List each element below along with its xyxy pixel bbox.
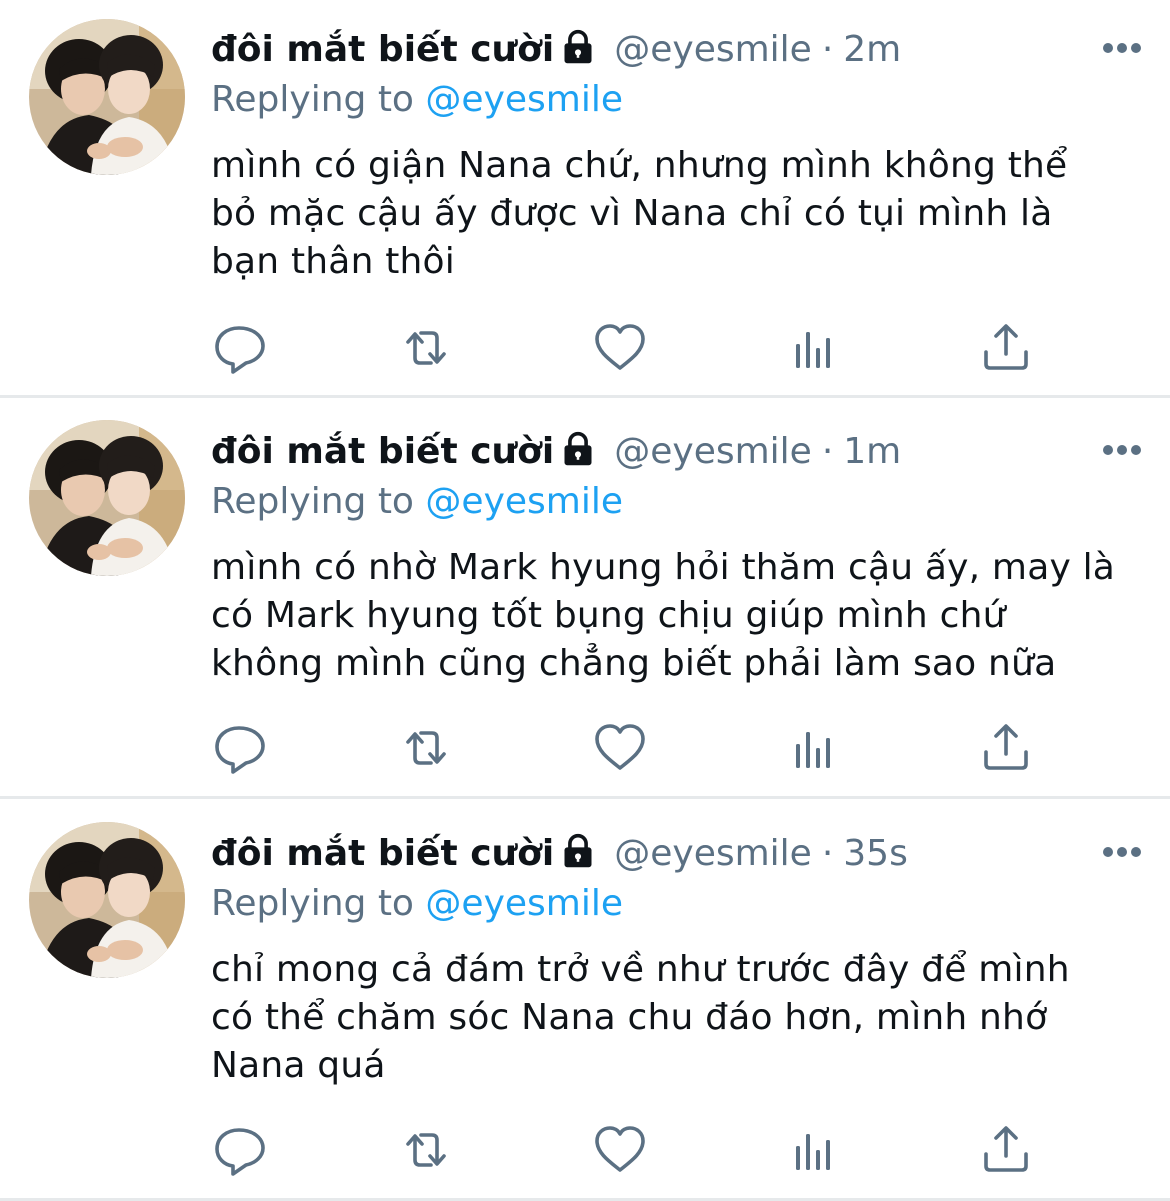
tweet-text-line: có Mark hyung tốt bụng chịu giúp mình ch… bbox=[211, 595, 1006, 636]
analytics-icon[interactable] bbox=[786, 720, 842, 776]
replying-to: Replying to @eyesmile bbox=[211, 880, 623, 928]
share-icon[interactable] bbox=[978, 320, 1034, 376]
replying-to-mention[interactable]: @eyesmile bbox=[425, 481, 623, 522]
tweet[interactable]: đôi mắt biết cười @eyesmile · 2m Replying t… bbox=[0, 0, 1170, 396]
separator-dot: · bbox=[821, 833, 834, 874]
lock-icon bbox=[560, 431, 596, 480]
tweet-text-line: mình có giận Nana chứ, nhưng mình không … bbox=[211, 145, 1068, 186]
replying-to-prefix: Replying to bbox=[211, 79, 414, 120]
lock-icon bbox=[560, 833, 596, 882]
tweet-text: chỉ mong cả đám trở về như trước đây để … bbox=[211, 946, 1131, 1090]
avatar[interactable] bbox=[29, 420, 185, 576]
tweet-text-line: Nana quá bbox=[211, 1045, 386, 1086]
tweet-text-line: chỉ mong cả đám trở về như trước đây để … bbox=[211, 949, 1070, 990]
tweet-text-line: không mình cũng chẳng biết phải làm sao … bbox=[211, 643, 1057, 684]
timestamp[interactable]: 1m bbox=[843, 431, 901, 472]
timestamp[interactable]: 35s bbox=[843, 833, 908, 874]
display-name[interactable]: đôi mắt biết cười bbox=[211, 833, 554, 874]
tweet-header: đôi mắt biết cười @eyesmile · 2m bbox=[211, 26, 901, 74]
tweet[interactable]: đôi mắt biết cười @eyesmile · 35s Replying … bbox=[0, 800, 1170, 1201]
heart-icon[interactable] bbox=[592, 320, 648, 376]
tweet-actions bbox=[212, 1122, 1042, 1178]
reply-icon[interactable] bbox=[212, 320, 268, 376]
tweet-text-line: mình có nhờ Mark hyung hỏi thăm cậu ấy, … bbox=[211, 547, 1116, 588]
lock-icon bbox=[560, 29, 596, 78]
tweet-actions bbox=[212, 720, 1042, 776]
separator-dot: · bbox=[821, 29, 834, 70]
tweet-header: đôi mắt biết cười @eyesmile · 35s bbox=[211, 830, 908, 878]
display-name[interactable]: đôi mắt biết cười bbox=[211, 431, 554, 472]
analytics-icon[interactable] bbox=[786, 1122, 842, 1178]
tweet-actions bbox=[212, 320, 1042, 376]
analytics-icon[interactable] bbox=[786, 320, 842, 376]
reply-icon[interactable] bbox=[212, 720, 268, 776]
tweet-header: đôi mắt biết cười @eyesmile · 1m bbox=[211, 428, 901, 476]
retweet-icon[interactable] bbox=[398, 1122, 454, 1178]
tweet-text-line: bỏ mặc cậu ấy được vì Nana chỉ có tụi mì… bbox=[211, 193, 1053, 234]
more-options-icon[interactable] bbox=[1102, 40, 1142, 54]
share-icon[interactable] bbox=[978, 720, 1034, 776]
replying-to: Replying to @eyesmile bbox=[211, 478, 623, 526]
heart-icon[interactable] bbox=[592, 720, 648, 776]
tweet-text: mình có nhờ Mark hyung hỏi thăm cậu ấy, … bbox=[211, 544, 1131, 688]
more-options-icon[interactable] bbox=[1102, 442, 1142, 456]
replying-to: Replying to @eyesmile bbox=[211, 76, 623, 124]
tweet[interactable]: đôi mắt biết cười @eyesmile · 1m Replying t… bbox=[0, 398, 1170, 798]
reply-icon[interactable] bbox=[212, 1122, 268, 1178]
more-options-icon[interactable] bbox=[1102, 844, 1142, 858]
tweet-text: mình có giận Nana chứ, nhưng mình không … bbox=[211, 142, 1131, 286]
replying-to-mention[interactable]: @eyesmile bbox=[425, 883, 623, 924]
timestamp[interactable]: 2m bbox=[843, 29, 901, 70]
retweet-icon[interactable] bbox=[398, 720, 454, 776]
replying-to-prefix: Replying to bbox=[211, 883, 414, 924]
user-handle[interactable]: @eyesmile bbox=[614, 29, 812, 70]
display-name[interactable]: đôi mắt biết cười bbox=[211, 29, 554, 70]
retweet-icon[interactable] bbox=[398, 320, 454, 376]
user-handle[interactable]: @eyesmile bbox=[614, 833, 812, 874]
user-handle[interactable]: @eyesmile bbox=[614, 431, 812, 472]
separator-dot: · bbox=[821, 431, 834, 472]
replying-to-mention[interactable]: @eyesmile bbox=[425, 79, 623, 120]
avatar[interactable] bbox=[29, 822, 185, 978]
replying-to-prefix: Replying to bbox=[211, 481, 414, 522]
heart-icon[interactable] bbox=[592, 1122, 648, 1178]
tweet-text-line: có thể chăm sóc Nana chu đáo hơn, mình n… bbox=[211, 997, 1048, 1038]
tweet-text-line: bạn thân thôi bbox=[211, 241, 455, 282]
share-icon[interactable] bbox=[978, 1122, 1034, 1178]
divider bbox=[0, 796, 1170, 799]
avatar[interactable] bbox=[29, 19, 185, 175]
